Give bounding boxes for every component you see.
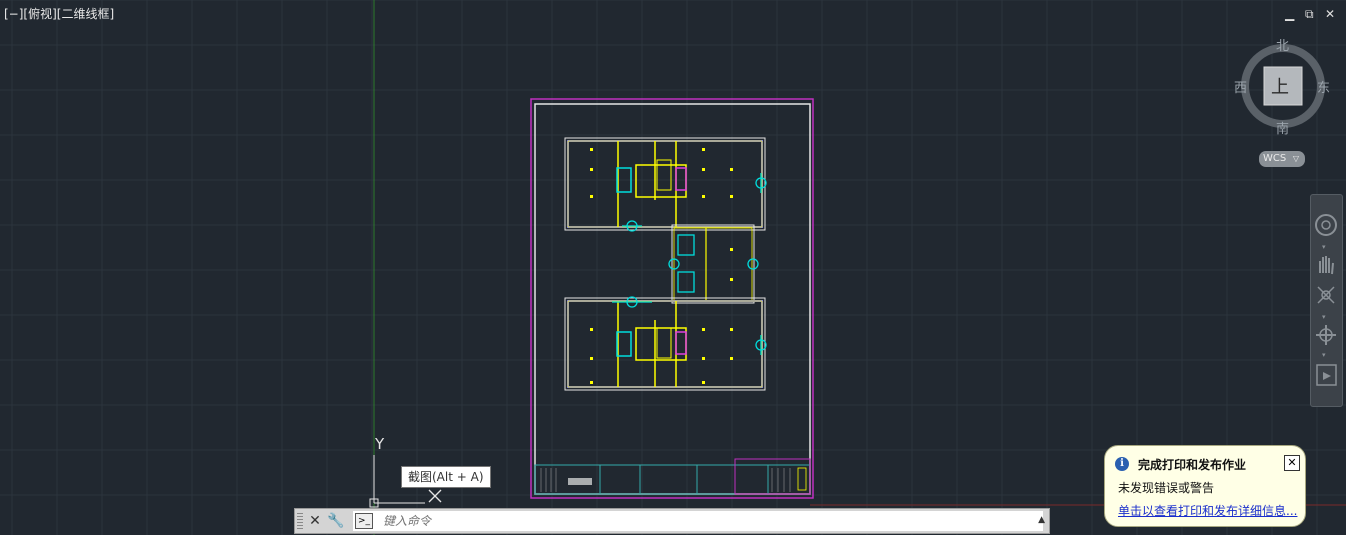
close-icon[interactable]: ✕ — [1284, 455, 1300, 471]
notification-title: 完成打印和发布作业 — [1138, 458, 1247, 472]
compass-north-label: 北 — [1276, 39, 1289, 54]
orbit-icon — [1316, 325, 1336, 345]
zoom-extents-icon — [1317, 286, 1335, 304]
floor-plan-connector — [668, 224, 759, 304]
svg-text:▾: ▾ — [1322, 243, 1326, 251]
close-icon[interactable]: ✕ — [306, 512, 324, 530]
grip-handle[interactable] — [297, 513, 303, 529]
viewcube[interactable]: 北 南 东 西 上 — [1233, 36, 1333, 146]
svg-text:▾: ▾ — [1322, 313, 1326, 321]
viewcube-face-label: 上 — [1271, 77, 1289, 98]
compass-south-label: 南 — [1276, 121, 1289, 137]
close-icon[interactable]: ✕ — [1325, 7, 1335, 21]
pan-icon — [1319, 256, 1334, 275]
plot-publish-notification: i 完成打印和发布作业 ✕ 未发现错误或警告 单击以查看打印和发布详细信息... — [1104, 445, 1306, 527]
viewport-controls-label[interactable]: [−][俯视][二维线框] — [4, 5, 114, 22]
notification-details-link[interactable]: 单击以查看打印和发布详细信息... — [1118, 502, 1297, 519]
floor-plan-top-wing — [564, 137, 767, 232]
screenshot-tooltip: 截图(Alt + A) — [401, 466, 491, 488]
minimize-icon[interactable]: ▁ — [1285, 7, 1294, 21]
chevron-down-icon: ▽ — [1292, 154, 1299, 163]
navigation-bar-icons: ▾ ▾ ▾ — [1315, 214, 1337, 386]
command-history-up-icon[interactable]: ▲ — [1038, 515, 1045, 525]
command-line[interactable]: ✕ 🔧 >_ ▲ — [294, 508, 1050, 534]
wcs-label: WCS — [1263, 153, 1287, 164]
compass-east-label: 东 — [1317, 81, 1330, 96]
command-prompt-icon[interactable]: >_ — [355, 513, 373, 529]
notification-message: 未发现错误或警告 — [1118, 481, 1215, 495]
svg-text:▾: ▾ — [1322, 351, 1326, 359]
command-input[interactable] — [353, 511, 1043, 531]
info-icon: i — [1115, 457, 1129, 471]
wrench-icon[interactable]: 🔧 — [327, 512, 345, 530]
compass-west-label: 西 — [1234, 81, 1247, 96]
title-block — [534, 458, 811, 495]
navigation-bar[interactable]: ▾ ▾ ▾ — [1310, 194, 1343, 407]
drawing-viewport[interactable]: Y [−][俯视][二维线框] ▁ ⧉ ✕ 北 南 东 西 上 WCS ▽ ▾ ▾… — [0, 0, 1346, 535]
wcs-menu-button[interactable]: WCS ▽ — [1259, 151, 1305, 167]
steering-wheel-icon — [1315, 214, 1337, 236]
restore-icon[interactable]: ⧉ — [1305, 7, 1314, 22]
floor-plan-bottom-wing — [564, 296, 767, 391]
